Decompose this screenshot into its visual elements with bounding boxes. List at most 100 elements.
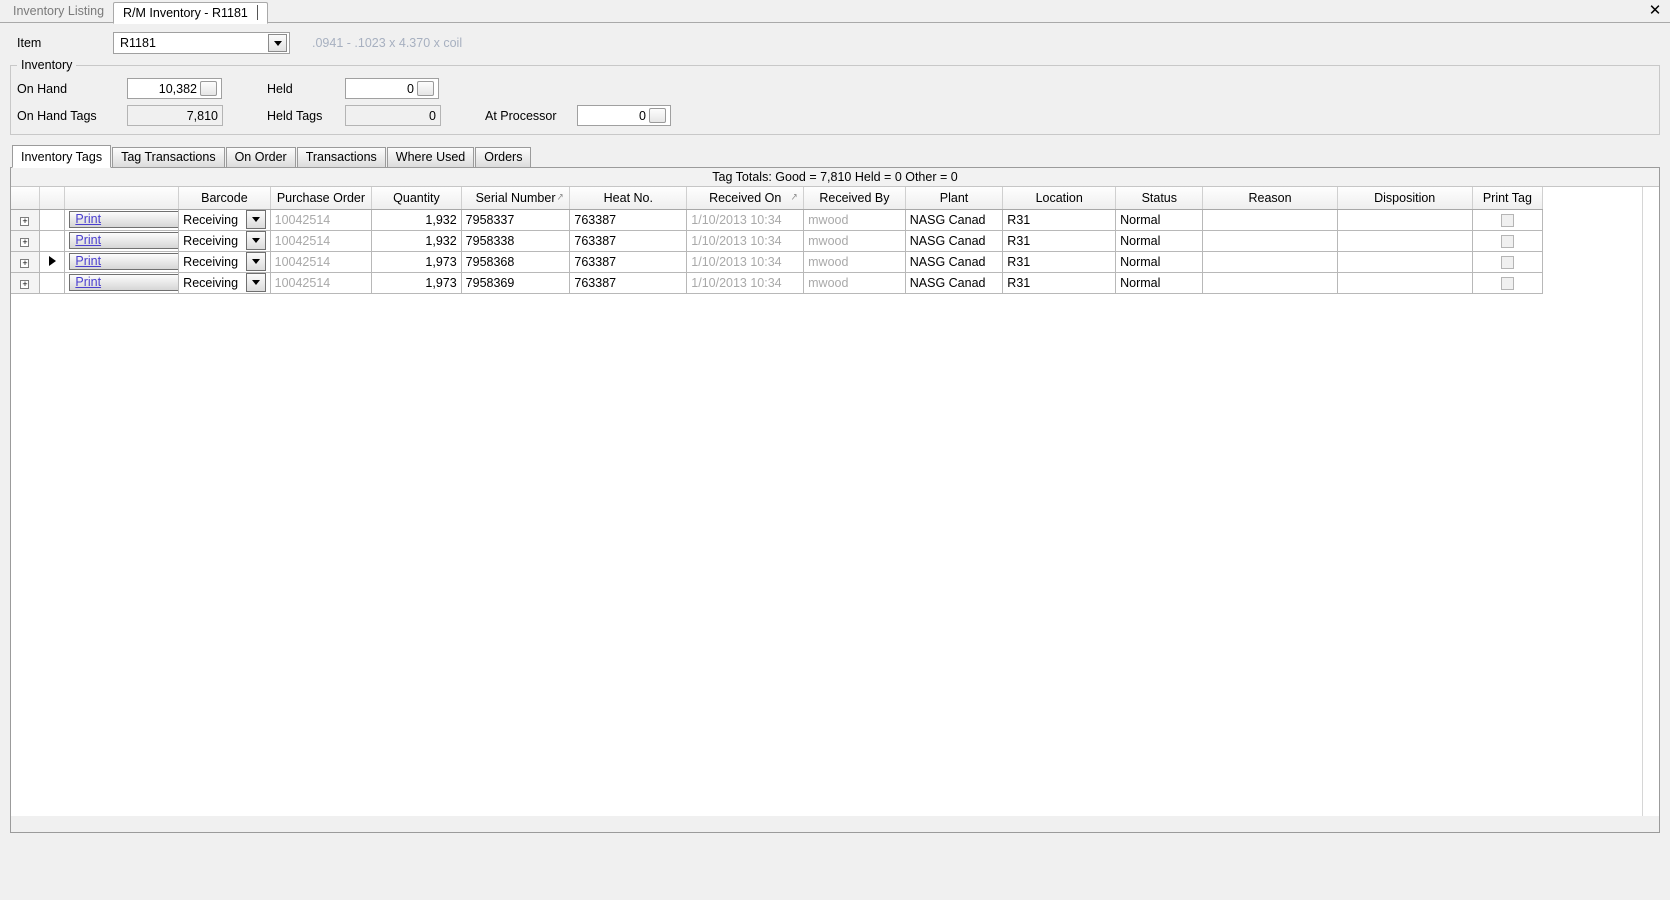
col-header-quantity[interactable]: Quantity <box>371 187 462 210</box>
barcode-cell[interactable]: Receiving <box>178 251 271 273</box>
on-hand-input[interactable]: 10,382 <box>127 78 222 99</box>
print-tag-button[interactable]: Print <box>69 253 178 270</box>
serial-number-cell[interactable]: 7958368 <box>461 251 571 273</box>
close-icon[interactable]: ✕ <box>1646 2 1664 20</box>
print-tag-checkbox[interactable] <box>1500 255 1514 269</box>
held-input[interactable]: 0 <box>345 78 439 99</box>
print-tag-checkbox[interactable] <box>1500 234 1514 248</box>
print-tag-checkbox[interactable] <box>1500 276 1514 290</box>
serial-number-cell[interactable]: 7958337 <box>461 209 571 231</box>
print-cell[interactable]: Print <box>64 251 180 273</box>
item-combobox[interactable]: R1181 <box>113 32 290 54</box>
col-header-serial-number[interactable]: Serial Number ↗ <box>461 187 571 210</box>
reason-cell[interactable] <box>1202 272 1338 294</box>
at-processor-input[interactable]: 0 <box>577 105 671 126</box>
barcode-cell[interactable]: Receiving <box>178 209 271 231</box>
heat-no-cell[interactable]: 763387 <box>569 209 688 231</box>
print-tag-button[interactable]: Print <box>69 274 178 291</box>
tab-on-order[interactable]: On Order <box>225 147 296 167</box>
print-tag-cell[interactable] <box>1472 251 1544 273</box>
plant-cell[interactable]: NASG Canad <box>905 272 1004 294</box>
status-cell[interactable]: Normal <box>1115 230 1204 252</box>
disposition-cell[interactable] <box>1337 209 1473 231</box>
plant-cell[interactable]: NASG Canad <box>905 251 1004 273</box>
top-tab-rm-inventory[interactable]: R/M Inventory - R1181 <box>113 2 269 24</box>
location-cell[interactable]: R31 <box>1002 251 1117 273</box>
barcode-combobox[interactable]: Receiving <box>183 231 266 250</box>
row-expander-cell[interactable]: + <box>11 230 40 252</box>
tab-tag-transactions[interactable]: Tag Transactions <box>112 147 225 167</box>
row-selector-cell[interactable] <box>39 209 66 231</box>
heat-no-cell[interactable]: 763387 <box>569 251 688 273</box>
print-tag-button[interactable]: Print <box>69 232 178 249</box>
top-tab-inventory-listing[interactable]: Inventory Listing <box>4 1 113 23</box>
tab-transactions[interactable]: Transactions <box>296 147 386 167</box>
print-tag-cell[interactable] <box>1472 209 1544 231</box>
print-cell[interactable]: Print <box>64 272 180 294</box>
barcode-cell[interactable]: Receiving <box>178 230 271 252</box>
quantity-cell[interactable]: 1,932 <box>371 209 462 231</box>
row-expander-cell[interactable]: + <box>11 209 40 231</box>
row-expander-cell[interactable]: + <box>11 251 40 273</box>
disposition-cell[interactable] <box>1337 251 1473 273</box>
expand-row-icon[interactable]: + <box>20 279 30 289</box>
barcode-cell[interactable]: Receiving <box>178 272 271 294</box>
col-header-plant[interactable]: Plant <box>905 187 1004 210</box>
barcode-dropdown-button[interactable] <box>245 231 266 250</box>
tab-inventory-tags[interactable]: Inventory Tags <box>12 145 112 168</box>
col-header-purchase-order[interactable]: Purchase Order <box>270 187 373 210</box>
barcode-combobox[interactable]: Receiving <box>183 210 266 229</box>
location-cell[interactable]: R31 <box>1002 272 1117 294</box>
status-cell[interactable]: Normal <box>1115 251 1204 273</box>
row-selector-cell[interactable] <box>39 251 66 273</box>
col-header-status[interactable]: Status <box>1115 187 1204 210</box>
col-header-barcode[interactable]: Barcode <box>178 187 271 210</box>
barcode-combobox[interactable]: Receiving <box>183 252 266 271</box>
col-header-print-tag[interactable]: Print Tag <box>1472 187 1544 210</box>
print-tag-checkbox[interactable] <box>1500 213 1514 227</box>
col-header-received-by[interactable]: Received By <box>803 187 906 210</box>
col-header-heat-no[interactable]: Heat No. <box>569 187 688 210</box>
on-hand-stepper[interactable] <box>200 81 217 96</box>
reason-cell[interactable] <box>1202 251 1338 273</box>
status-cell[interactable]: Normal <box>1115 209 1204 231</box>
quantity-cell[interactable]: 1,932 <box>371 230 462 252</box>
plant-cell[interactable]: NASG Canad <box>905 209 1004 231</box>
heat-no-cell[interactable]: 763387 <box>569 230 688 252</box>
held-stepper[interactable] <box>417 81 434 96</box>
reason-cell[interactable] <box>1202 209 1338 231</box>
col-header-location[interactable]: Location <box>1002 187 1117 210</box>
expand-row-icon[interactable]: + <box>20 237 30 247</box>
location-cell[interactable]: R31 <box>1002 230 1117 252</box>
col-header-received-on[interactable]: Received On ↗ <box>686 187 805 210</box>
serial-number-cell[interactable]: 7958369 <box>461 272 571 294</box>
barcode-combobox[interactable]: Receiving <box>183 273 266 292</box>
at-processor-stepper[interactable] <box>649 108 666 123</box>
barcode-dropdown-button[interactable] <box>245 210 266 229</box>
barcode-dropdown-button[interactable] <box>245 252 266 271</box>
row-selector-cell[interactable] <box>39 272 66 294</box>
status-cell[interactable]: Normal <box>1115 272 1204 294</box>
table-row[interactable]: + Print Receiving 10042514 1,932 7958337 76338… <box>11 209 1544 231</box>
quantity-cell[interactable]: 1,973 <box>371 251 462 273</box>
table-row[interactable]: + Print Receiving 10042514 1,973 7958369 76338… <box>11 272 1544 294</box>
serial-number-cell[interactable]: 7958338 <box>461 230 571 252</box>
expand-row-icon[interactable]: + <box>20 216 30 226</box>
barcode-dropdown-button[interactable] <box>245 273 266 292</box>
print-tag-button[interactable]: Print <box>69 211 178 228</box>
plant-cell[interactable]: NASG Canad <box>905 230 1004 252</box>
row-selector-cell[interactable] <box>39 230 66 252</box>
heat-no-cell[interactable]: 763387 <box>569 272 688 294</box>
tab-orders[interactable]: Orders <box>475 147 532 167</box>
reason-cell[interactable] <box>1202 230 1338 252</box>
quantity-cell[interactable]: 1,973 <box>371 272 462 294</box>
print-tag-cell[interactable] <box>1472 230 1544 252</box>
table-row[interactable]: + Print Receiving 10042514 1,932 7958338 76338… <box>11 230 1544 252</box>
print-cell[interactable]: Print <box>64 209 180 231</box>
col-header-reason[interactable]: Reason <box>1202 187 1338 210</box>
table-row[interactable]: + Print Receiving 10042514 1,973 7958368 76338… <box>11 251 1544 273</box>
row-expander-cell[interactable]: + <box>11 272 40 294</box>
expand-row-icon[interactable]: + <box>20 258 30 268</box>
col-header-disposition[interactable]: Disposition <box>1337 187 1473 210</box>
disposition-cell[interactable] <box>1337 230 1473 252</box>
